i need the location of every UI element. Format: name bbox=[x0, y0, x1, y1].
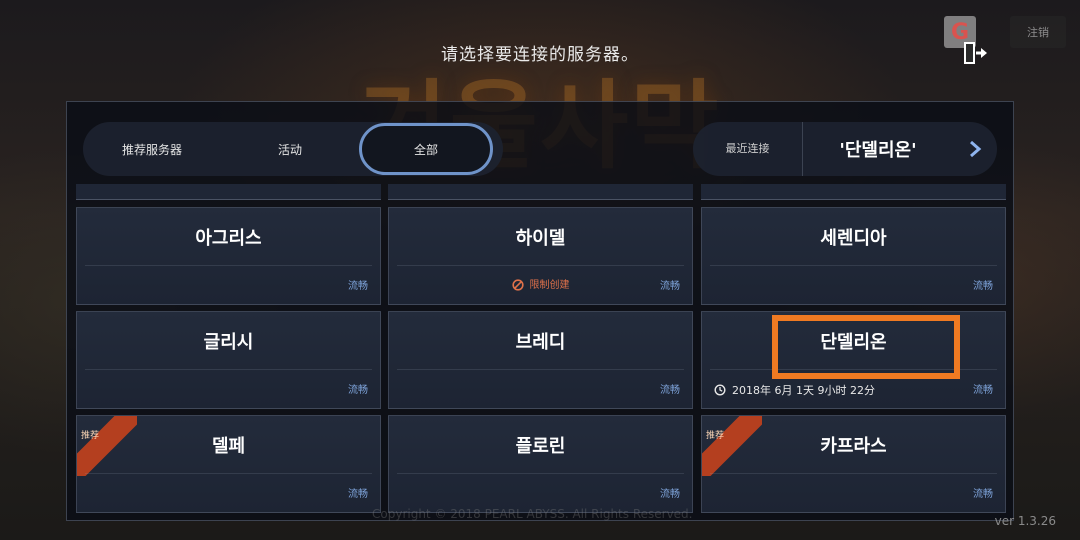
server-card-agris[interactable]: 아그리스 流畅 bbox=[76, 207, 381, 305]
server-status: 流畅 bbox=[348, 385, 368, 396]
recent-server-name: '단델리온' bbox=[839, 140, 917, 161]
tab-all[interactable]: 全部 bbox=[359, 123, 493, 175]
server-status: 流畅 bbox=[660, 385, 680, 396]
server-open-time: 2018年 6月 1天 9小时 22分 bbox=[714, 382, 875, 398]
server-card-heidel[interactable]: 하이델 限制创建 流畅 bbox=[388, 207, 693, 305]
server-card-kaphras[interactable]: 推荐 카프라스 流畅 bbox=[701, 415, 1006, 513]
server-status: 流畅 bbox=[973, 385, 993, 396]
chevron-right-icon bbox=[953, 139, 997, 159]
card-divider bbox=[710, 369, 997, 370]
server-status: 流畅 bbox=[660, 281, 680, 292]
open-time-text: 2018年 6月 1天 9小时 22分 bbox=[732, 384, 875, 397]
tab-recommended[interactable]: 推荐服务器 bbox=[83, 122, 221, 176]
server-status: 流畅 bbox=[973, 281, 993, 292]
partial-server-card bbox=[701, 184, 1006, 200]
partial-server-card bbox=[388, 184, 693, 200]
server-list-scroll-edge bbox=[76, 184, 1006, 200]
copyright-text: Copyright © 2018 PEARL ABYSS. All Rights… bbox=[372, 507, 693, 521]
server-status: 流畅 bbox=[973, 489, 993, 500]
server-card-florin[interactable]: 플로린 流畅 bbox=[388, 415, 693, 513]
server-card-bredy[interactable]: 브레디 流畅 bbox=[388, 311, 693, 409]
card-divider bbox=[710, 265, 997, 266]
server-name: 단델리온 bbox=[820, 332, 887, 353]
creation-restricted-notice: 限制创建 bbox=[389, 276, 692, 291]
card-divider bbox=[85, 265, 372, 266]
clock-icon bbox=[714, 384, 726, 396]
exit-door-icon[interactable] bbox=[962, 40, 990, 66]
recent-connection-label: 最近连接 bbox=[693, 122, 803, 176]
server-name: 아그리스 bbox=[195, 228, 262, 249]
card-divider bbox=[85, 473, 372, 474]
server-name: 브레디 bbox=[515, 332, 566, 353]
logout-button[interactable]: 注销 bbox=[1010, 16, 1066, 48]
server-status: 流畅 bbox=[348, 281, 368, 292]
card-divider bbox=[85, 369, 372, 370]
server-name: 하이델 bbox=[515, 228, 566, 249]
page-title: 请选择要连接的服务器。 bbox=[441, 45, 639, 65]
partial-server-card bbox=[76, 184, 381, 200]
server-card-glish[interactable]: 글리시 流畅 bbox=[76, 311, 381, 409]
server-name: 델페 bbox=[211, 436, 246, 457]
card-divider bbox=[397, 265, 684, 266]
server-select-panel: 推荐服务器 活动 全部 最近连接 '단델리온' 아그리스 流畅 하이델 限制创建… bbox=[66, 101, 1014, 521]
server-filter-tabs: 推荐服务器 活动 全部 bbox=[83, 122, 503, 176]
server-name: 카프라스 bbox=[820, 436, 887, 457]
server-name: 글리시 bbox=[203, 332, 254, 353]
recent-connection-button[interactable]: 最近连接 '단델리온' bbox=[693, 122, 997, 176]
server-card-delphe[interactable]: 推荐 델페 流畅 bbox=[76, 415, 381, 513]
restriction-label: 限制创建 bbox=[529, 280, 570, 291]
ban-icon bbox=[511, 279, 524, 291]
tab-event[interactable]: 活动 bbox=[221, 122, 359, 176]
card-divider bbox=[710, 473, 997, 474]
server-status: 流畅 bbox=[660, 489, 680, 500]
card-divider bbox=[397, 369, 684, 370]
card-divider bbox=[397, 473, 684, 474]
server-name: 플로린 bbox=[515, 436, 566, 457]
version-label: ver 1.3.26 bbox=[994, 514, 1056, 528]
server-card-dandelion[interactable]: 단델리온 2018年 6月 1天 9小时 22分 流畅 bbox=[701, 311, 1006, 409]
server-card-serendia[interactable]: 세렌디아 流畅 bbox=[701, 207, 1006, 305]
server-status: 流畅 bbox=[348, 489, 368, 500]
server-name: 세렌디아 bbox=[820, 228, 887, 249]
